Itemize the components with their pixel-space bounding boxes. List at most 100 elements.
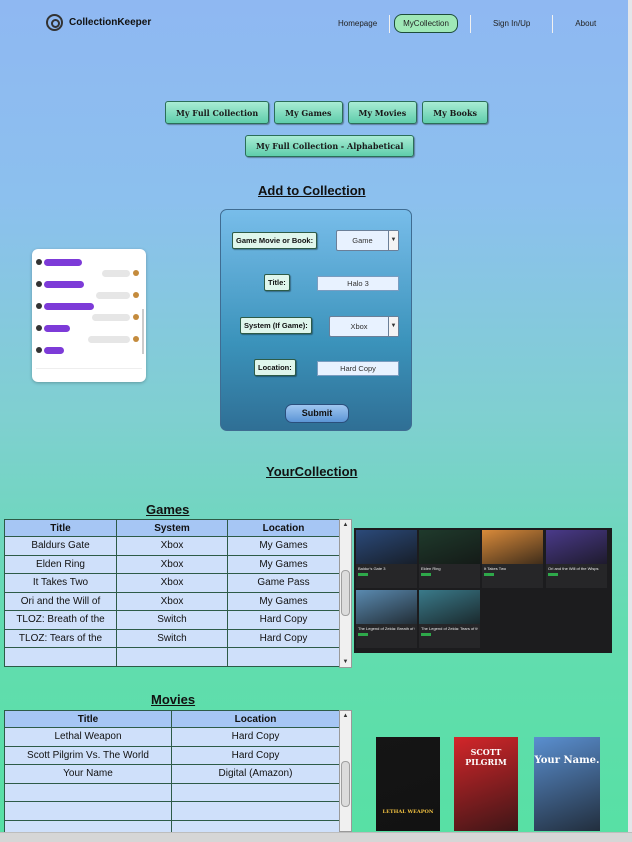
horizontal-scrollbar[interactable] [0, 832, 632, 842]
system-select[interactable]: Xbox ▼ [329, 316, 399, 337]
table-cell: Xbox [116, 536, 228, 556]
books-button[interactable]: My Books [422, 101, 489, 124]
nav-homepage[interactable]: Homepage [330, 15, 385, 32]
table-cell: Hard Copy [171, 727, 340, 747]
table-cell: Scott Pilgrim Vs. The World [4, 745, 172, 765]
game-tile-badge [548, 573, 558, 576]
table-row[interactable]: It Takes Two Xbox Game Pass [4, 573, 340, 593]
full-collection-button[interactable]: My Full Collection [165, 101, 270, 124]
user-avatar [133, 292, 139, 298]
table-row[interactable]: Ori and the Will of Xbox My Games [4, 591, 340, 611]
table-cell: Elden Ring [4, 554, 117, 574]
page-edge [628, 0, 632, 842]
game-cover-art [546, 530, 607, 564]
chat-bubble [44, 281, 84, 288]
movie-poster[interactable]: LETHAL WEAPON [376, 737, 440, 831]
table-row[interactable] [4, 782, 340, 802]
games-button[interactable]: My Games [274, 101, 343, 124]
movies-table-scrollbar[interactable]: ▲ [339, 710, 352, 832]
game-cover-art [419, 590, 480, 624]
scrollbar-thumb[interactable] [341, 761, 350, 807]
chevron-down-icon: ▼ [388, 317, 398, 336]
game-tile[interactable]: The Legend of Zelda: Breath of the Wild [356, 590, 417, 648]
scrollbar-thumb[interactable] [341, 570, 350, 616]
table-row[interactable]: Scott Pilgrim Vs. The World Hard Copy [4, 745, 340, 765]
category-buttons: My Full Collection My Games My Movies My… [165, 101, 489, 124]
game-tile[interactable]: Elden Ring [419, 530, 480, 588]
game-cover-art [419, 530, 480, 564]
table-cell: Your Name [4, 764, 172, 784]
bot-avatar [36, 325, 42, 331]
chat-bubble [44, 259, 82, 266]
chat-widget-preview[interactable] [32, 249, 146, 382]
table-cell: My Games [227, 536, 340, 556]
type-select[interactable]: Game ▼ [336, 230, 399, 251]
table-cell: TLOZ: Breath of the [4, 610, 117, 630]
nav-about[interactable]: About [567, 15, 604, 32]
table-cell [171, 782, 340, 802]
brand[interactable]: CollectionKeeper [46, 14, 151, 31]
alphabetical-button[interactable]: My Full Collection - Alphabetical [245, 135, 415, 157]
user-avatar [133, 270, 139, 276]
scroll-down-icon[interactable]: ▼ [340, 657, 351, 667]
table-cell: Baldurs Gate [4, 536, 117, 556]
nav-divider [469, 14, 471, 33]
table-row[interactable]: Your Name Digital (Amazon) [4, 764, 340, 784]
movie-poster[interactable]: Your Name. [534, 737, 600, 831]
scroll-up-icon[interactable]: ▲ [340, 520, 351, 530]
location-input[interactable]: Hard Copy [317, 361, 399, 376]
game-tile[interactable]: It Takes Two [482, 530, 543, 588]
game-tile-badge [358, 573, 368, 576]
nav-divider [552, 14, 554, 33]
system-select-value: Xbox [350, 322, 368, 331]
top-nav: Homepage MyCollection Sign In/Up About [330, 14, 604, 33]
chat-footer [36, 368, 142, 378]
scroll-up-icon[interactable]: ▲ [340, 711, 351, 721]
game-tile-badge [358, 633, 368, 636]
table-cell: TLOZ: Tears of the [4, 628, 117, 648]
table-cell: My Games [227, 591, 340, 611]
game-tile-caption: It Takes Two [484, 566, 507, 571]
nav-signin[interactable]: Sign In/Up [485, 15, 538, 32]
at-logo-icon [46, 14, 63, 31]
table-cell: It Takes Two [4, 573, 117, 593]
table-cell [4, 782, 172, 802]
table-header-row: Title System Location [4, 519, 340, 537]
chat-bubble [92, 314, 130, 321]
chat-bubble [44, 303, 94, 310]
table-row[interactable]: Baldurs Gate Xbox My Games [4, 536, 340, 556]
nav-mycollection[interactable]: MyCollection [394, 14, 458, 33]
typing-indicator [44, 347, 64, 354]
system-label: System (If Game): [240, 317, 312, 334]
game-cover-art [482, 530, 543, 564]
games-heading: Games [146, 502, 190, 517]
title-input[interactable]: Halo 3 [317, 276, 399, 291]
table-cell [4, 647, 117, 667]
column-header: Location [171, 710, 340, 728]
bot-avatar [36, 303, 42, 309]
games-table-scrollbar[interactable]: ▲ ▼ [339, 519, 352, 668]
game-cover-art [356, 590, 417, 624]
chat-bubble [44, 325, 70, 332]
user-avatar [133, 336, 139, 342]
game-tile[interactable]: Ori and the Will of the Wisps [546, 530, 607, 588]
table-row[interactable]: Elden Ring Xbox My Games [4, 554, 340, 574]
poster-title: SCOTT PILGRIM [465, 747, 507, 767]
game-tile-caption: Baldur's Gate 3 [358, 566, 386, 571]
movies-button[interactable]: My Movies [347, 101, 418, 124]
game-tile[interactable]: The Legend of Zelda: Tears of the Kingdo… [419, 590, 480, 648]
movie-poster[interactable]: SCOTT PILGRIM [454, 737, 518, 831]
title-label: Title: [264, 274, 290, 291]
table-row[interactable] [4, 647, 340, 667]
table-row[interactable]: TLOZ: Breath of the Switch Hard Copy [4, 610, 340, 630]
type-select-value: Game [352, 236, 373, 245]
poster-title: LETHAL WEAPON [382, 809, 434, 815]
submit-button[interactable]: Submit [285, 404, 349, 423]
table-row[interactable] [4, 801, 340, 821]
table-row[interactable]: Lethal Weapon Hard Copy [4, 727, 340, 747]
table-cell: Xbox [116, 591, 228, 611]
table-row[interactable]: TLOZ: Tears of the Switch Hard Copy [4, 628, 340, 648]
nav-divider [389, 14, 391, 33]
game-tile[interactable]: Baldur's Gate 3 [356, 530, 417, 588]
table-cell: Switch [116, 610, 228, 630]
